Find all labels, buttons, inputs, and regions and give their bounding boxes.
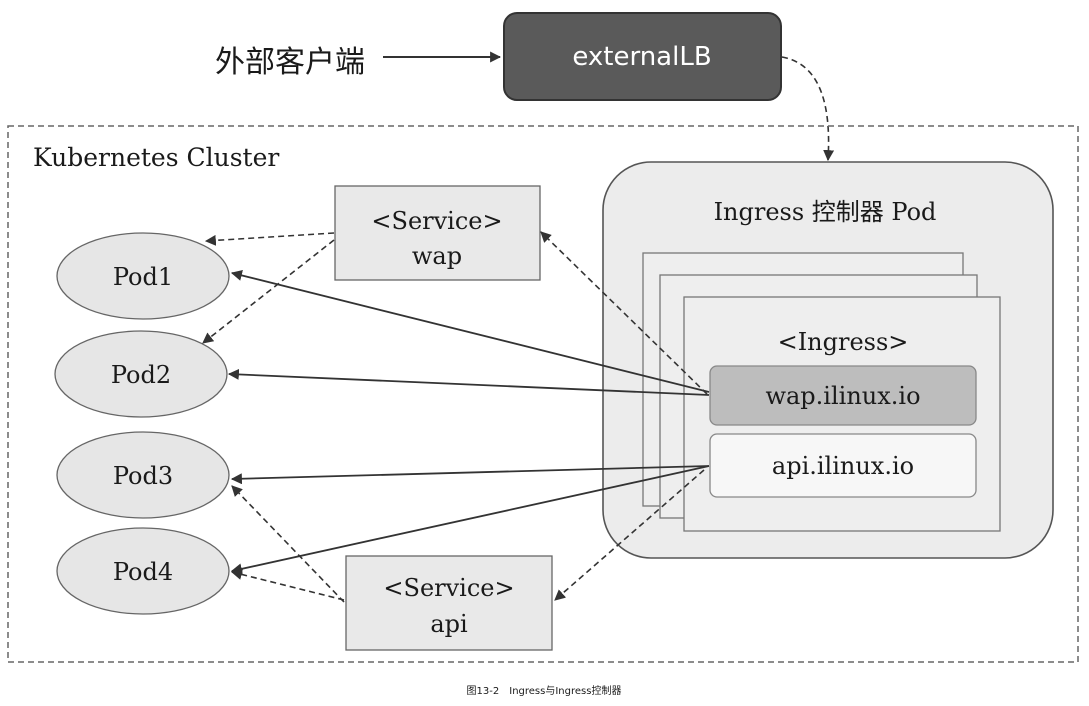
pod-2: Pod2 <box>54 330 228 418</box>
external-client-label: 外部客户端 <box>215 45 365 80</box>
pod-2-label: Pod2 <box>111 361 171 389</box>
service-api: <Service> api <box>345 555 553 651</box>
service-wap-kind: <Service> <box>371 207 502 235</box>
external-lb-label: externalLB <box>572 42 711 72</box>
pod-1: Pod1 <box>56 232 230 320</box>
host-wap-label: wap.ilinux.io <box>765 382 920 410</box>
pod-3: Pod3 <box>56 431 230 519</box>
pod-3-label: Pod3 <box>113 462 173 490</box>
host-api-label: api.ilinux.io <box>772 452 914 480</box>
service-wap-name: wap <box>412 242 462 270</box>
ingress-architecture-diagram: 外部客户端 externalLB Kubernetes Cluster Ingr… <box>7 12 1079 697</box>
service-wap: <Service> wap <box>334 185 541 281</box>
service-api-to-pod-4-arrow <box>230 569 345 601</box>
service-api-kind: <Service> <box>383 574 514 602</box>
ingress-controller-pod-label: Ingress 控制器 Pod <box>714 198 937 226</box>
service-wap-to-pod-1-arrow <box>204 232 335 246</box>
figure-caption: 图13-2 Ingress与Ingress控制器 <box>467 684 622 697</box>
pod-4: Pod4 <box>56 527 230 615</box>
kubernetes-cluster-label: Kubernetes Cluster <box>33 143 279 172</box>
external-lb-node: externalLB <box>503 12 782 101</box>
service-api-name: api <box>430 610 468 638</box>
pod-4-label: Pod4 <box>113 558 173 586</box>
lb-to-ingress-pod-arrow <box>781 56 835 162</box>
ingress-resource-label: <Ingress> <box>778 328 909 356</box>
pod-1-label: Pod1 <box>113 263 173 291</box>
service-api-to-pod-3-arrow <box>231 485 345 603</box>
